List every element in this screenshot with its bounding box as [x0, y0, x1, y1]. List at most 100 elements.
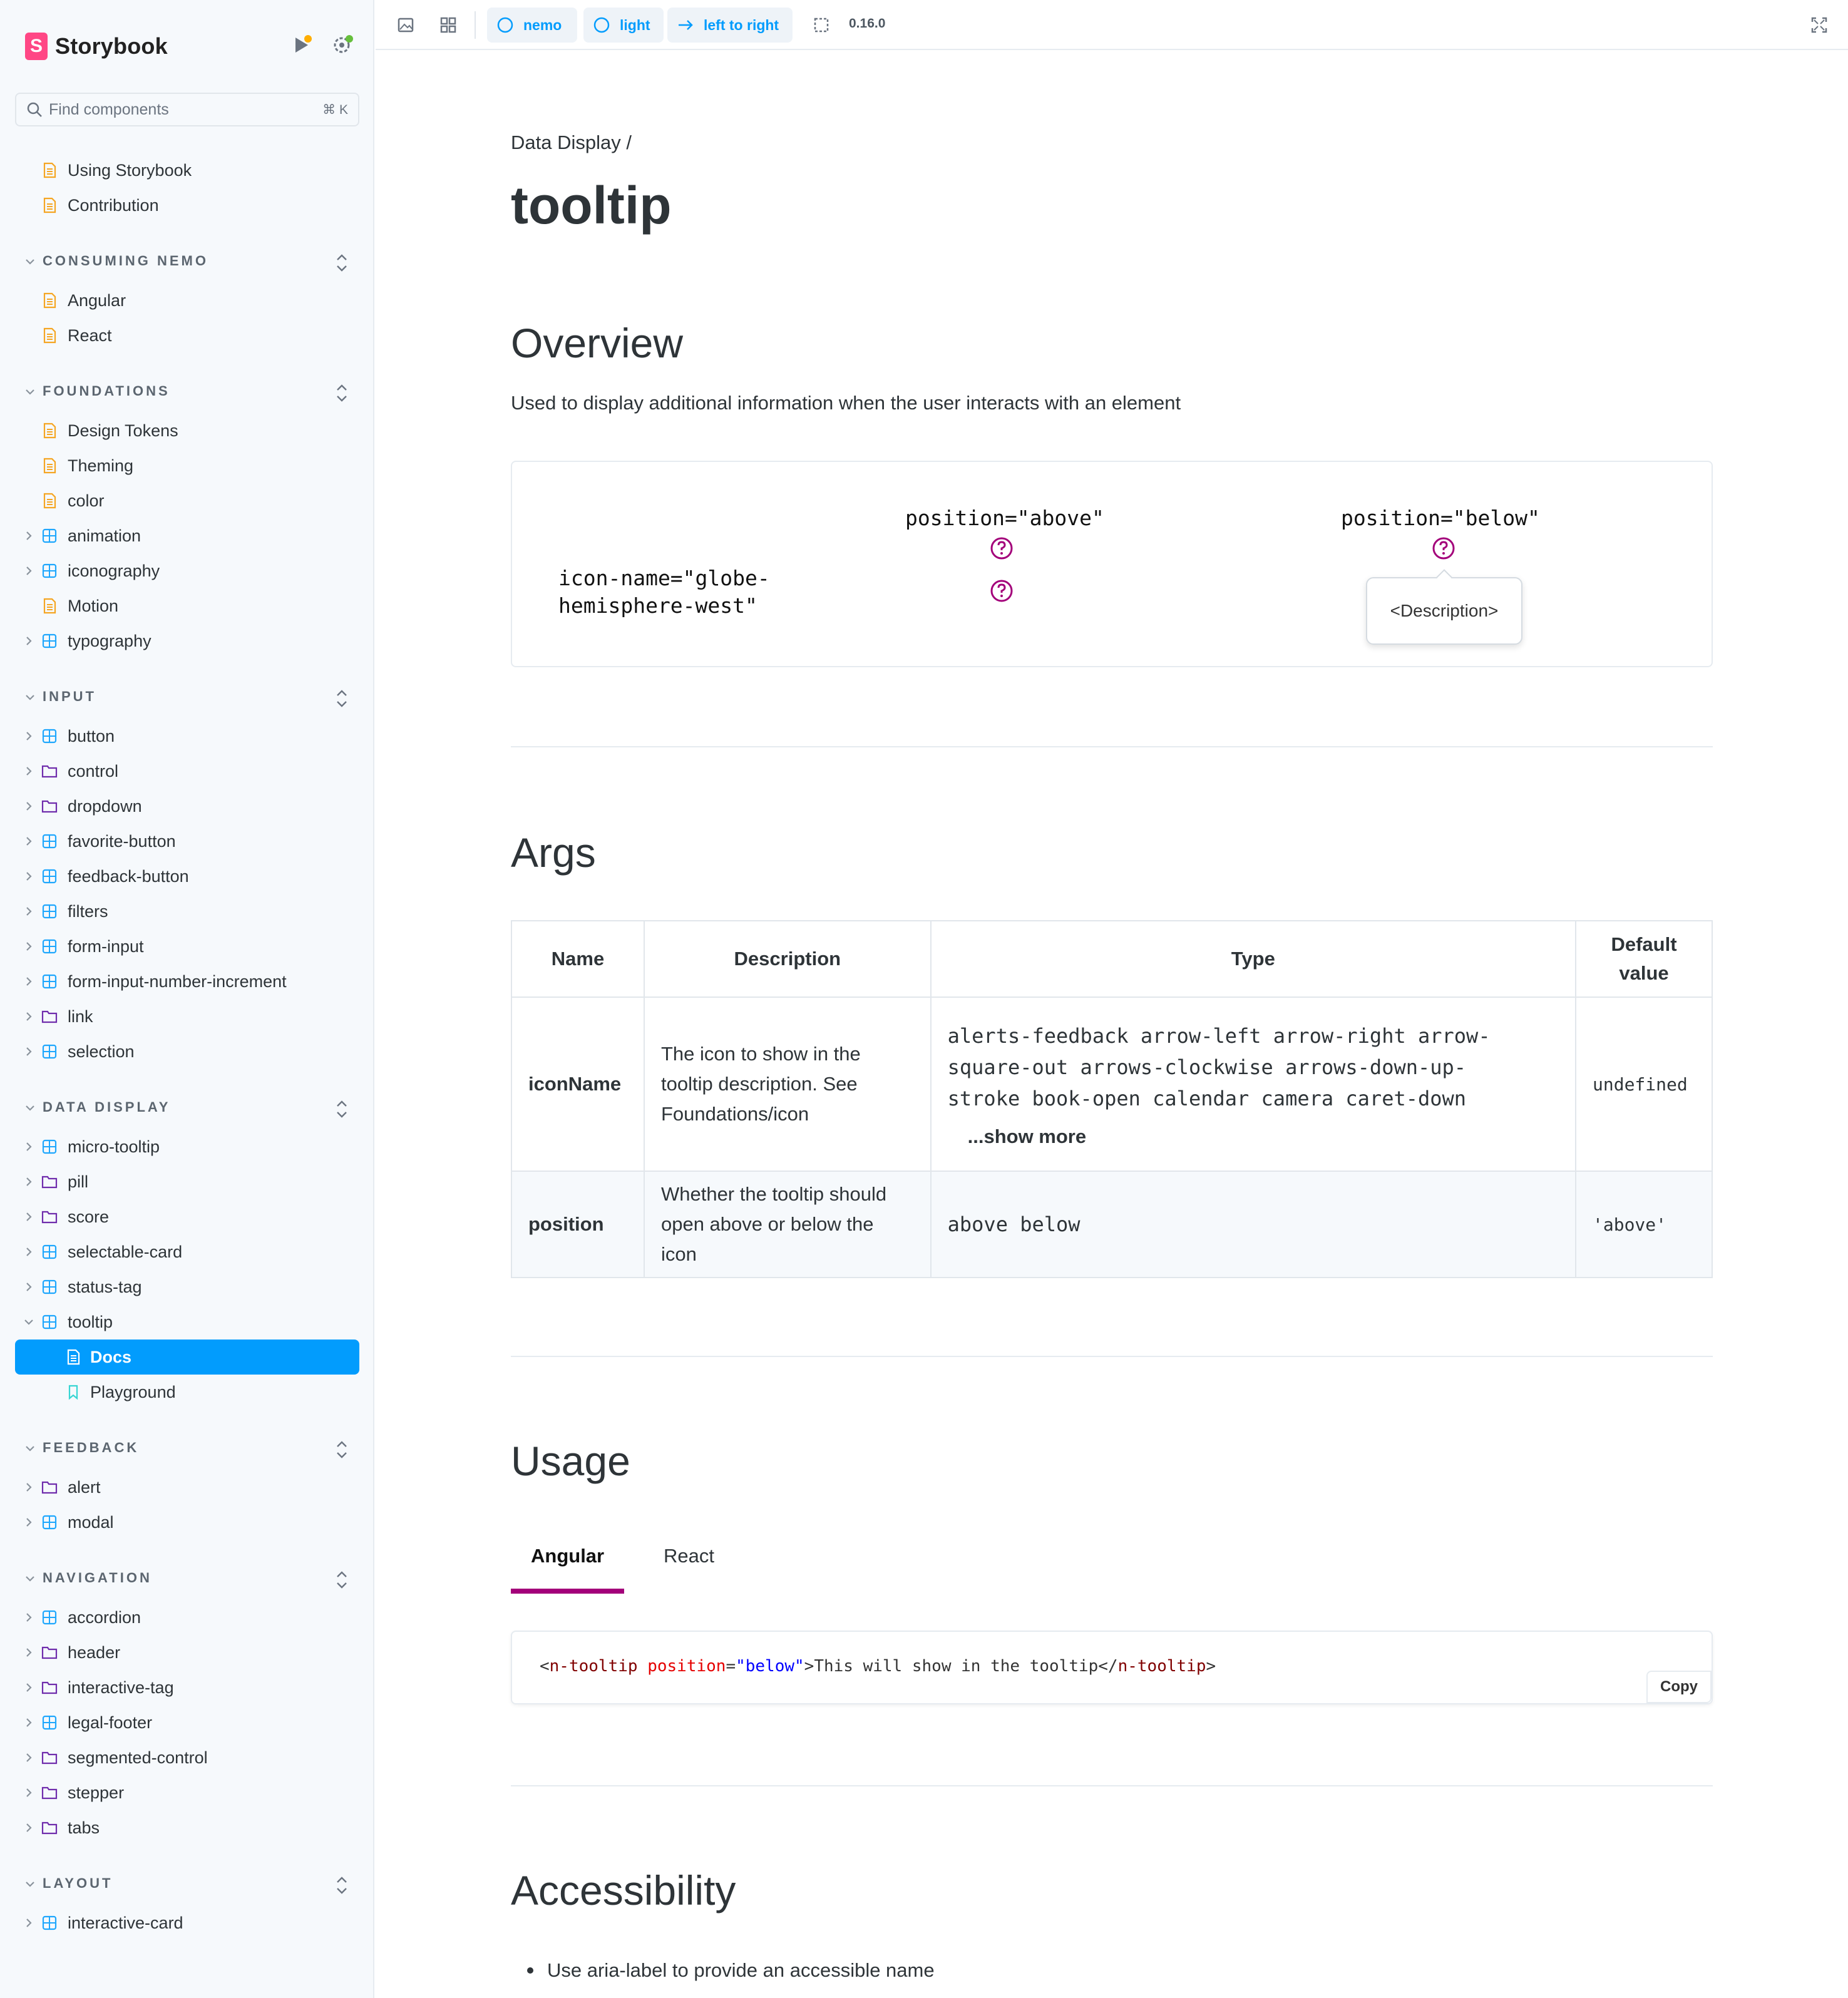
expand-collapse-icon[interactable]: [333, 382, 351, 404]
tab-angular[interactable]: Angular: [511, 1544, 625, 1594]
search-box[interactable]: ⌘ K: [15, 93, 359, 126]
sidebar-item-button[interactable]: button: [0, 719, 374, 754]
sidebar-item-status-tag[interactable]: status-tag: [0, 1269, 374, 1304]
chevron-right-icon[interactable]: [23, 1045, 35, 1058]
chevron-right-icon[interactable]: [23, 1481, 35, 1493]
sidebar-item-iconography[interactable]: iconography: [0, 553, 374, 588]
play-icon[interactable]: [289, 33, 314, 58]
sidebar-item-using-storybook[interactable]: Using Storybook: [0, 153, 374, 188]
sidebar-item-pill[interactable]: pill: [0, 1164, 374, 1199]
expand-collapse-icon[interactable]: [333, 1098, 351, 1120]
grid-icon[interactable]: [436, 13, 461, 38]
sidebar-item-stepper[interactable]: stepper: [0, 1775, 374, 1810]
chevron-right-icon[interactable]: [23, 530, 35, 542]
chevron-right-icon[interactable]: [23, 940, 35, 953]
sidebar-item-favorite-button[interactable]: favorite-button: [0, 824, 374, 859]
sidebar-item-contribution[interactable]: Contribution: [0, 188, 374, 223]
sidebar-item-accordion[interactable]: accordion: [0, 1600, 374, 1635]
sidebar-item-alert[interactable]: alert: [0, 1470, 374, 1505]
sidebar-item-tabs[interactable]: tabs: [0, 1810, 374, 1845]
chevron-right-icon[interactable]: [23, 1176, 35, 1188]
question-circle-icon[interactable]: [989, 536, 1014, 561]
question-circle-icon[interactable]: [989, 578, 1014, 603]
chevron-right-icon[interactable]: [23, 975, 35, 988]
sidebar-item-legal-footer[interactable]: legal-footer: [0, 1705, 374, 1740]
section-navigation[interactable]: NAVIGATION: [0, 1557, 374, 1600]
chevron-right-icon[interactable]: [23, 1681, 35, 1694]
chevron-down-icon[interactable]: [23, 1316, 35, 1328]
sidebar-item-animation[interactable]: animation: [0, 518, 374, 553]
chevron-right-icon[interactable]: [23, 905, 35, 918]
sidebar-item-theming[interactable]: Theming: [0, 448, 374, 483]
sidebar-item-form-input[interactable]: form-input: [0, 929, 374, 964]
chevron-right-icon[interactable]: [23, 1821, 35, 1834]
sidebar-item-tooltip[interactable]: tooltip: [0, 1304, 374, 1340]
sidebar-item-form-input-number-increment[interactable]: form-input-number-increment: [0, 964, 374, 999]
section-input[interactable]: INPUT: [0, 676, 374, 719]
chevron-right-icon[interactable]: [23, 835, 35, 848]
expand-collapse-icon[interactable]: [333, 252, 351, 274]
expand-collapse-icon[interactable]: [333, 1438, 351, 1461]
sidebar-item-color[interactable]: color: [0, 483, 374, 518]
expand-collapse-icon[interactable]: [333, 1569, 351, 1591]
chevron-right-icon[interactable]: [23, 730, 35, 742]
sidebar-item-segmented-control[interactable]: segmented-control: [0, 1740, 374, 1775]
sidebar-item-score[interactable]: score: [0, 1199, 374, 1234]
sidebar-item-motion[interactable]: Motion: [0, 588, 374, 623]
sidebar-item-typography[interactable]: typography: [0, 623, 374, 658]
chevron-down-icon[interactable]: [24, 1572, 36, 1585]
sidebar-item-micro-tooltip[interactable]: micro-tooltip: [0, 1129, 374, 1164]
expand-collapse-icon[interactable]: [333, 1874, 351, 1897]
chevron-down-icon[interactable]: [24, 1102, 36, 1114]
chevron-right-icon[interactable]: [23, 1646, 35, 1659]
direction-selector[interactable]: left to right: [667, 8, 793, 43]
sidebar-item-header[interactable]: header: [0, 1635, 374, 1670]
chevron-right-icon[interactable]: [23, 800, 35, 812]
chevron-down-icon[interactable]: [24, 1442, 36, 1455]
sidebar-item-playground[interactable]: Playground: [0, 1375, 374, 1410]
chevron-right-icon[interactable]: [23, 765, 35, 777]
section-foundations[interactable]: FOUNDATIONS: [0, 371, 374, 413]
fullscreen-icon[interactable]: [1807, 13, 1832, 38]
sidebar-item-design-tokens[interactable]: Design Tokens: [0, 413, 374, 448]
question-circle-icon[interactable]: [1431, 536, 1456, 561]
chevron-right-icon[interactable]: [23, 1716, 35, 1729]
sidebar-item-modal[interactable]: modal: [0, 1505, 374, 1540]
chevron-right-icon[interactable]: [23, 1140, 35, 1153]
chevron-down-icon[interactable]: [24, 386, 36, 398]
chevron-right-icon[interactable]: [23, 1516, 35, 1529]
section-consuming-nemo[interactable]: CONSUMING NEMO: [0, 240, 374, 283]
outline-icon[interactable]: [809, 13, 834, 38]
chevron-right-icon[interactable]: [23, 1010, 35, 1023]
sidebar-item-feedback-button[interactable]: feedback-button: [0, 859, 374, 894]
chevron-right-icon[interactable]: [23, 1246, 35, 1258]
show-more-link[interactable]: ...show more: [968, 1125, 1559, 1148]
sidebar-item-control[interactable]: control: [0, 754, 374, 789]
section-feedback[interactable]: FEEDBACK: [0, 1427, 374, 1470]
sidebar-item-react[interactable]: React: [0, 318, 374, 353]
sidebar-item-angular[interactable]: Angular: [0, 283, 374, 318]
chevron-right-icon[interactable]: [23, 1611, 35, 1624]
image-icon[interactable]: [393, 13, 418, 38]
sidebar-item-selection[interactable]: selection: [0, 1034, 374, 1069]
chevron-right-icon[interactable]: [23, 1917, 35, 1929]
settings-icon[interactable]: [329, 33, 354, 58]
chevron-right-icon[interactable]: [23, 870, 35, 883]
sidebar-item-docs[interactable]: Docs: [15, 1340, 359, 1375]
copy-button[interactable]: Copy: [1646, 1671, 1712, 1703]
storybook-brand[interactable]: S Storybook: [25, 31, 168, 61]
sidebar-item-dropdown[interactable]: dropdown: [0, 789, 374, 824]
sidebar-item-interactive-card[interactable]: interactive-card: [0, 1905, 374, 1940]
section-layout[interactable]: LAYOUT: [0, 1863, 374, 1905]
sidebar-item-selectable-card[interactable]: selectable-card: [0, 1234, 374, 1269]
chevron-down-icon[interactable]: [24, 255, 36, 268]
mode-selector[interactable]: light: [583, 8, 664, 43]
chevron-down-icon[interactable]: [24, 1878, 36, 1890]
search-input[interactable]: [49, 100, 323, 119]
sidebar-item-link[interactable]: link: [0, 999, 374, 1034]
chevron-right-icon[interactable]: [23, 565, 35, 577]
tab-react[interactable]: React: [644, 1544, 734, 1594]
chevron-right-icon[interactable]: [23, 1211, 35, 1223]
chevron-right-icon[interactable]: [23, 1751, 35, 1764]
chevron-down-icon[interactable]: [24, 691, 36, 704]
